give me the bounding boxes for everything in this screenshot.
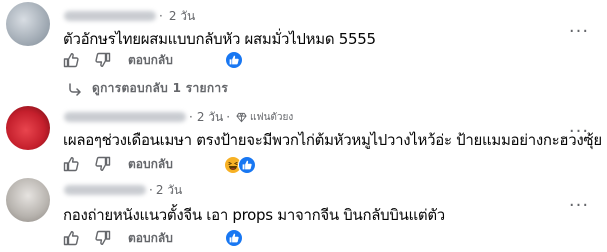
comment-time[interactable]: 2 วัน [169, 7, 195, 26]
comment-actions: ตอบกลับ [62, 226, 173, 250]
author-name-blurred[interactable] [64, 112, 186, 122]
thumbs-down-icon[interactable] [94, 155, 112, 173]
avatar[interactable] [6, 106, 50, 150]
comment-actions: ตอบกลับ [62, 48, 173, 72]
avatar[interactable] [6, 178, 50, 222]
thumbs-down-icon[interactable] [94, 51, 112, 69]
fan-badge[interactable]: แฟนตัวยง [236, 110, 293, 125]
replies-count-label[interactable]: ดูการตอบกลับ 1 รายการ [92, 79, 228, 98]
reply-button[interactable]: ตอบกลับ [128, 51, 173, 70]
like-reaction-icon[interactable] [238, 156, 256, 174]
thumbs-up-icon[interactable] [62, 51, 80, 69]
reply-arrow-icon [69, 82, 81, 96]
thumbs-up-icon[interactable] [62, 155, 80, 173]
reply-button[interactable]: ตอบกลับ [128, 155, 173, 174]
comment-text: เผลอๆช่วงเดือนเมษา ตรงป้ายจะมีพวกไก่ต้มห… [63, 131, 602, 149]
like-reaction-icon[interactable] [225, 51, 243, 69]
thumbs-down-icon[interactable] [94, 229, 112, 247]
author-name-blurred[interactable] [64, 11, 156, 21]
author-name-blurred[interactable] [64, 185, 146, 195]
thumbs-up-icon[interactable] [62, 229, 80, 247]
comment-text: กองถ่ายหนังแนวตั้งจีน เอา props มาจากจีน… [63, 206, 445, 224]
reply-button[interactable]: ตอบกลับ [128, 229, 173, 248]
diamond-badge-icon [236, 112, 247, 122]
avatar[interactable] [6, 2, 50, 46]
view-replies-link[interactable]: ดูการตอบกลับ 1 รายการ [68, 79, 228, 98]
more-options-icon[interactable]: ··· [567, 197, 591, 218]
comment-actions: ตอบกลับ [62, 152, 173, 176]
comment-time[interactable]: 2 วัน [156, 181, 182, 200]
fan-badge-label: แฟนตัวยง [250, 111, 294, 123]
like-reaction-icon[interactable] [225, 229, 243, 247]
comment-time[interactable]: 2 วัน [197, 108, 223, 127]
more-options-icon[interactable]: ··· [567, 23, 591, 44]
